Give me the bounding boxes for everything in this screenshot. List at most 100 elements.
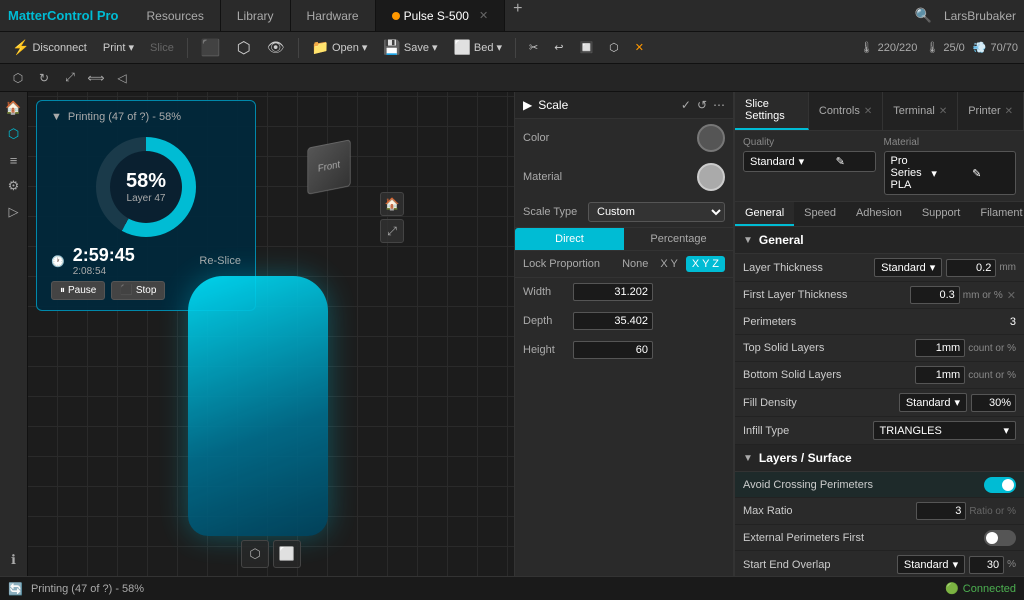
lock-xy-option[interactable]: X Y xyxy=(656,256,682,272)
tab-terminal[interactable]: Terminal ✕ xyxy=(883,92,958,130)
pause-button[interactable]: ⏸ Pause xyxy=(51,281,105,300)
sidebar-cube-icon[interactable]: ⬡ xyxy=(2,122,26,146)
wireframe-toggle[interactable]: ⬡ xyxy=(241,540,269,568)
search-icon[interactable]: 🔍 xyxy=(915,7,932,24)
close-terminal-tab-icon[interactable]: ✕ xyxy=(939,106,947,117)
save-button[interactable]: 💾 Save ▾ xyxy=(377,37,443,58)
fit-view-button[interactable]: ⤢ xyxy=(380,219,404,243)
lock-none-option[interactable]: None xyxy=(618,256,652,272)
right-panel: Slice Settings Controls ✕ Terminal ✕ Pri… xyxy=(734,92,1024,576)
back-tool[interactable]: ◁ xyxy=(110,66,134,90)
rotate-tool[interactable]: ↻ xyxy=(32,66,56,90)
color-swatch[interactable] xyxy=(697,124,725,152)
tab-printer[interactable]: Pulse S-500 ✕ xyxy=(376,0,506,31)
sidebar-settings-icon[interactable]: ⚙ xyxy=(2,174,26,198)
material-select[interactable]: Pro Series PLA ▾ ✎ xyxy=(884,151,1017,195)
sidebar-info-icon[interactable]: ℹ xyxy=(2,548,26,572)
top-solid-input[interactable] xyxy=(915,339,965,357)
mirror-tool[interactable]: ⟺ xyxy=(84,66,108,90)
shaded-toggle[interactable]: ⬜ xyxy=(273,540,301,568)
tool-3[interactable]: 🔲 xyxy=(573,39,599,56)
avoid-crossing-row: Avoid Crossing Perimeters xyxy=(735,472,1024,498)
checkmark-icon[interactable]: ✓ xyxy=(681,98,691,112)
avoid-crossing-toggle[interactable] xyxy=(984,477,1016,493)
quality-edit-icon[interactable]: ✎ xyxy=(836,155,869,168)
start-end-arrow-icon: ▾ xyxy=(953,558,959,571)
settings-tab-support[interactable]: Support xyxy=(912,202,971,226)
layers-surface-section-header[interactable]: ▼ Layers / Surface xyxy=(735,445,1024,472)
tab-library[interactable]: Library xyxy=(221,0,291,31)
tab-slice-settings[interactable]: Slice Settings xyxy=(735,92,809,130)
close-controls-tab-icon[interactable]: ✕ xyxy=(864,106,872,117)
layer-thickness-input[interactable] xyxy=(946,259,996,277)
tab-printer[interactable]: Printer ✕ xyxy=(958,92,1024,130)
close-tab-icon[interactable]: ✕ xyxy=(479,9,488,22)
material-edit-icon[interactable]: ✎ xyxy=(972,167,1009,180)
infill-type-arrow-icon: ▾ xyxy=(1003,424,1009,437)
tab-percentage[interactable]: Percentage xyxy=(624,228,733,250)
select-tool[interactable]: ⬡ xyxy=(6,66,30,90)
fill-density-dropdown[interactable]: Standard ▾ xyxy=(899,393,967,412)
print-button[interactable]: Print ▾ xyxy=(97,39,140,56)
settings-tab-filament[interactable]: Filament xyxy=(970,202,1024,226)
stop-button[interactable]: ⬛ Stop xyxy=(111,281,165,300)
reslice-button[interactable]: Re-Slice xyxy=(199,255,241,267)
tab-hardware[interactable]: Hardware xyxy=(291,0,376,31)
infill-type-dropdown[interactable]: TRIANGLES ▾ xyxy=(873,421,1017,440)
first-layer-close-icon[interactable]: ✕ xyxy=(1007,289,1016,302)
progress-layer: Layer 47 xyxy=(127,193,166,204)
external-perimeters-toggle[interactable] xyxy=(984,530,1016,546)
scale-tool[interactable]: ⤢ xyxy=(58,66,82,90)
viewport-bottom-icons: ⬡ ⬜ xyxy=(241,540,301,568)
sidebar-arrow-icon[interactable]: ▷ xyxy=(2,200,26,224)
gizmo-cube[interactable]: Front xyxy=(307,139,350,195)
start-end-dropdown[interactable]: Standard ▾ xyxy=(897,555,965,574)
fill-density-input[interactable] xyxy=(971,394,1016,412)
add-tab-button[interactable]: + xyxy=(505,0,530,31)
tab-resources[interactable]: Resources xyxy=(131,0,221,31)
sidebar-layers-icon[interactable]: ≡ xyxy=(2,148,26,172)
view-icon-1[interactable]: ⬛ xyxy=(195,36,227,60)
height-input[interactable] xyxy=(573,341,653,359)
width-input[interactable] xyxy=(573,283,653,301)
app-logo: MatterControl Pro xyxy=(8,8,119,23)
start-end-input[interactable] xyxy=(969,556,1004,574)
reset-scale-icon[interactable]: ↺ xyxy=(697,98,707,112)
viewport-gizmo[interactable]: Front xyxy=(304,142,364,202)
bed-button[interactable]: ⬜ Bed ▾ xyxy=(447,37,508,58)
scale-type-select[interactable]: Custom xyxy=(588,202,725,222)
view-icon-2[interactable]: ⬡ xyxy=(231,36,257,60)
expand-scale-icon[interactable]: ▶ xyxy=(523,98,532,112)
tool-4[interactable]: ⬡ xyxy=(603,39,625,56)
direct-pct-tabs: Direct Percentage xyxy=(515,228,733,251)
tool-1[interactable]: ✂ xyxy=(523,39,544,56)
home-view-button[interactable]: 🏠 xyxy=(380,192,404,216)
settings-tab-general[interactable]: General xyxy=(735,202,794,226)
general-section-header[interactable]: ▼ General xyxy=(735,227,1024,254)
slice-button[interactable]: Slice xyxy=(144,40,180,56)
first-layer-input[interactable] xyxy=(910,286,960,304)
close-printer-tab-icon[interactable]: ✕ xyxy=(1005,106,1013,117)
depth-input[interactable] xyxy=(573,312,653,330)
open-button[interactable]: 📁 Open ▾ xyxy=(306,37,374,58)
material-swatch[interactable] xyxy=(697,163,725,191)
scale-header-icons: ✓ ↺ ⋯ xyxy=(681,98,725,112)
tool-2[interactable]: ↩ xyxy=(548,39,569,56)
settings-tab-speed[interactable]: Speed xyxy=(794,202,846,226)
view-icon-3[interactable]: 👁 xyxy=(261,37,291,58)
quality-select[interactable]: Standard ▾ ✎ xyxy=(743,151,876,172)
lock-xyz-option[interactable]: X Y Z xyxy=(686,256,725,272)
bottom-solid-input[interactable] xyxy=(915,366,965,384)
expand-icon[interactable]: ▼ xyxy=(51,111,62,123)
tab-controls[interactable]: Controls ✕ xyxy=(809,92,883,130)
settings-tab-adhesion[interactable]: Adhesion xyxy=(846,202,912,226)
viewport[interactable]: ▼ Printing (47 of ?) - 58% 58% Layer 47 … xyxy=(28,92,514,576)
layer-thickness-dropdown[interactable]: Standard ▾ xyxy=(874,258,942,277)
sidebar-home-icon[interactable]: 🏠 xyxy=(2,96,26,120)
bed-chevron-icon: ▾ xyxy=(496,41,502,54)
max-ratio-input[interactable] xyxy=(916,502,966,520)
disconnect-button[interactable]: ⚡ Disconnect xyxy=(6,37,93,58)
tool-5[interactable]: ✕ xyxy=(629,39,650,56)
more-options-icon[interactable]: ⋯ xyxy=(713,98,725,112)
tab-direct[interactable]: Direct xyxy=(515,228,624,250)
